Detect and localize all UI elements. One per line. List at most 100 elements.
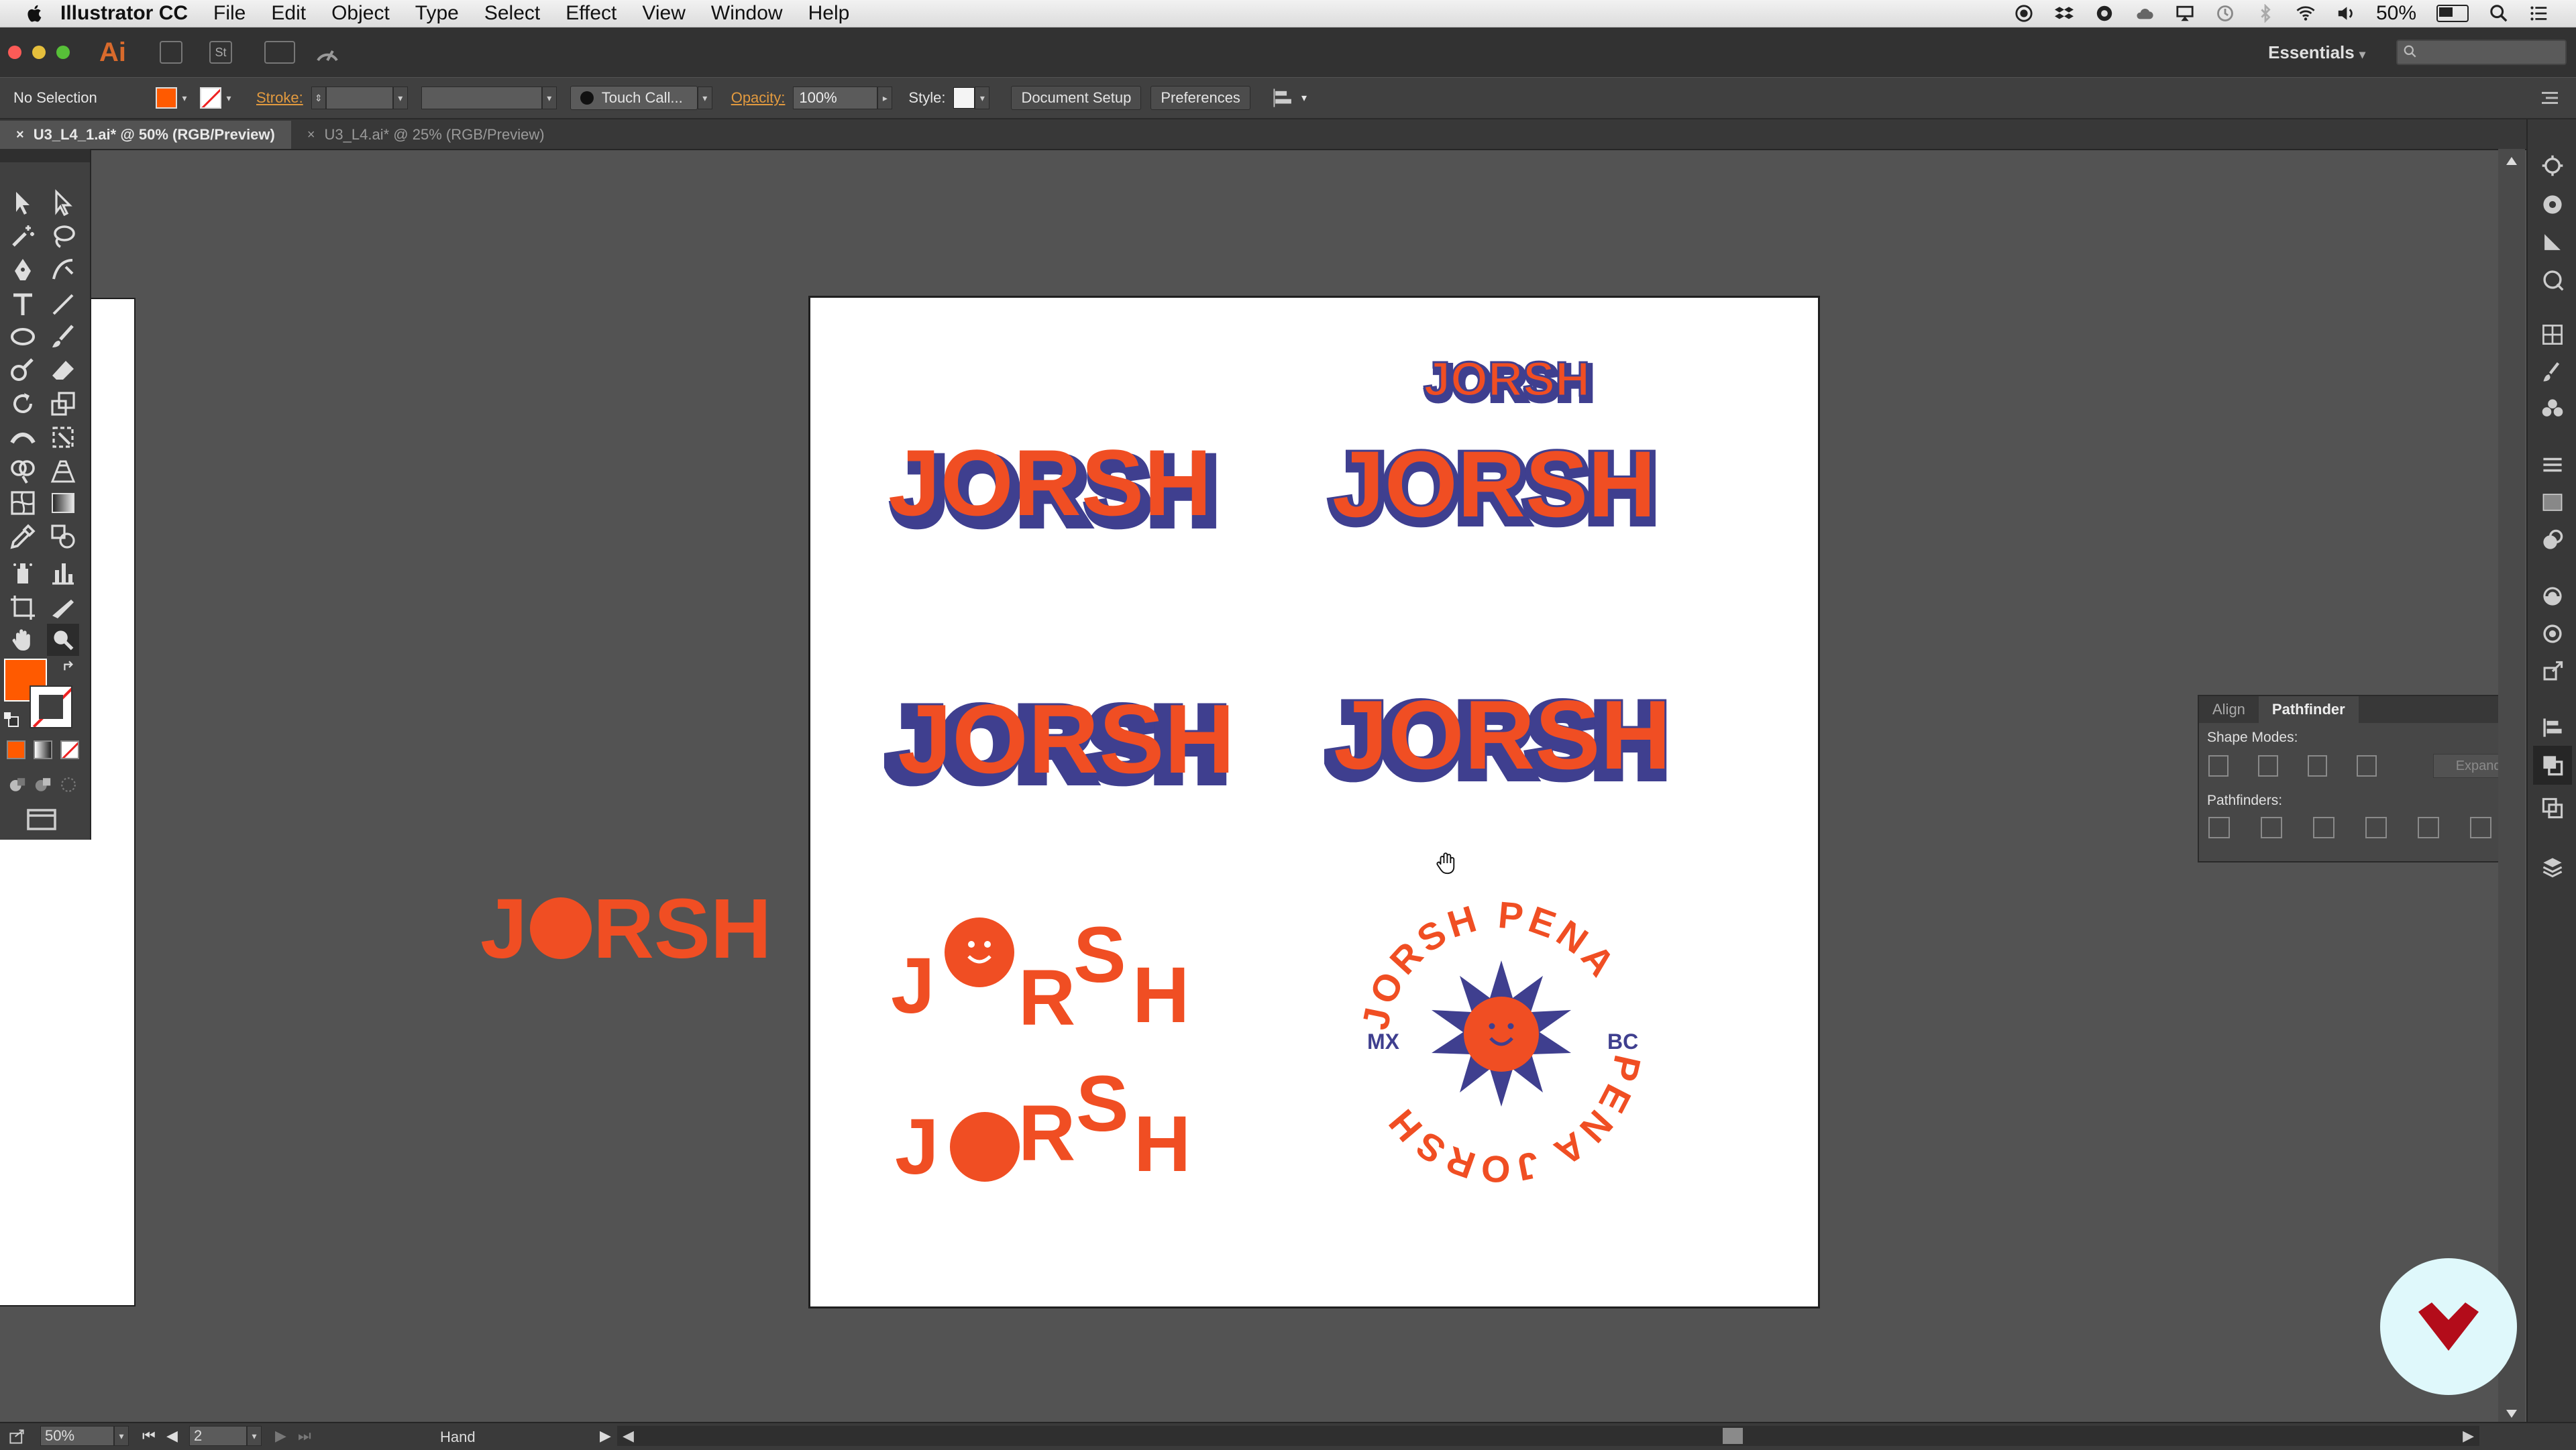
cloud-icon[interactable] [2135, 4, 2155, 23]
symbols-icon[interactable] [2541, 397, 2564, 420]
dropbox-icon[interactable] [2054, 4, 2074, 23]
rotate-tool-icon[interactable] [9, 390, 36, 417]
next-artboard-icon[interactable]: ▶ [275, 1427, 286, 1445]
preferences-button[interactable]: Preferences [1150, 86, 1250, 110]
stroke-swatch[interactable] [200, 87, 221, 109]
vertical-scrollbar[interactable] [2498, 149, 2525, 1423]
share-icon[interactable] [8, 1429, 25, 1445]
stock-icon[interactable]: St [209, 41, 232, 64]
graphic-styles-icon[interactable] [2541, 622, 2564, 645]
panel-menu-icon[interactable] [2540, 88, 2560, 108]
curvature-tool-icon[interactable] [50, 256, 76, 283]
line-segment-tool-icon[interactable] [50, 291, 76, 318]
gradient-swatch-icon[interactable] [2541, 491, 2564, 514]
variable-width-profile[interactable] [421, 87, 542, 109]
scroll-right-arrow[interactable]: ▶ [2463, 1427, 2474, 1445]
properties-icon[interactable] [2541, 154, 2564, 177]
draw-behind-icon[interactable] [34, 775, 52, 794]
menu-object[interactable]: Object [331, 2, 390, 25]
align-options-icon[interactable] [1272, 87, 1295, 109]
swap-fill-stroke-icon[interactable] [62, 660, 76, 675]
shaper-tool-icon[interactable] [9, 357, 36, 384]
stroke-dropdown[interactable]: ▾ [221, 87, 236, 109]
gradient-panel-icon[interactable] [2541, 231, 2564, 254]
window-close-button[interactable] [8, 46, 21, 59]
window-zoom-button[interactable] [56, 46, 70, 59]
stroke-weight-stepper[interactable]: ⇕ [311, 87, 326, 109]
slice-tool-icon[interactable] [50, 594, 76, 621]
zoom-level-input[interactable]: 50% [40, 1426, 114, 1446]
minus-back-button[interactable] [2470, 817, 2491, 838]
align-panel-icon[interactable] [2541, 716, 2564, 739]
tab-u3-l4[interactable]: × U3_L4.ai* @ 25% (RGB/Preview) [291, 121, 561, 149]
notification-center-icon[interactable] [2529, 4, 2549, 23]
jorsh-3d-logo-4[interactable]: JORSH JORSH [1324, 683, 1680, 790]
default-fill-stroke-icon[interactable] [4, 712, 19, 727]
first-artboard-icon[interactable]: ⏮ [142, 1427, 156, 1445]
scroll-left-arrow[interactable]: ◀ [623, 1427, 634, 1445]
layers-icon[interactable] [2541, 856, 2564, 879]
mesh-tool-icon[interactable] [9, 490, 36, 516]
record-icon[interactable] [2014, 4, 2034, 23]
window-minimize-button[interactable] [32, 46, 46, 59]
transform-icon[interactable] [2541, 797, 2564, 820]
horizontal-scroll-thumb[interactable] [1723, 1428, 1743, 1444]
jorsh-playful-logo-2[interactable]: J R S H [895, 1069, 1230, 1203]
menu-effect[interactable]: Effect [566, 2, 616, 25]
menu-window[interactable]: Window [711, 2, 783, 25]
screen-mode-icon[interactable] [25, 807, 58, 834]
last-artboard-icon[interactable]: ⏭ [298, 1427, 311, 1445]
asset-export-icon[interactable] [2541, 660, 2564, 683]
zoom-tool-active[interactable] [47, 624, 79, 656]
tab-close-icon[interactable]: × [16, 127, 24, 143]
spotlight-icon[interactable] [2489, 4, 2509, 23]
tab-align[interactable]: Align [2199, 696, 2259, 723]
color-guide-icon[interactable] [2541, 193, 2564, 216]
zoom-level-dropdown[interactable]: ▾ [114, 1426, 129, 1446]
artboard-number-dropdown[interactable]: ▾ [247, 1426, 262, 1446]
type-tool-icon[interactable] [9, 291, 36, 318]
tools-panel-header[interactable] [0, 149, 90, 162]
exclude-button[interactable] [2357, 755, 2377, 777]
merge-button[interactable] [2313, 817, 2334, 838]
opacity-label[interactable]: Opacity: [731, 89, 786, 107]
gradient-tool-icon[interactable] [50, 490, 76, 516]
trim-button[interactable] [2261, 817, 2282, 838]
horizontal-scrollbar[interactable]: ◀ ▶ [617, 1426, 2479, 1446]
menu-select[interactable]: Select [484, 2, 540, 25]
column-graph-tool-icon[interactable] [50, 559, 76, 586]
volume-icon[interactable] [2336, 4, 2356, 23]
stroke-weight-dropdown[interactable]: ▾ [392, 87, 408, 109]
brushes-icon[interactable] [2541, 361, 2564, 384]
symbol-sprayer-tool-icon[interactable] [9, 559, 36, 586]
color-mode-button[interactable] [7, 740, 25, 759]
creative-cloud-icon[interactable] [2094, 4, 2114, 23]
direct-selection-tool-icon[interactable] [50, 189, 76, 216]
pathfinder-dock-item-active[interactable] [2533, 746, 2572, 785]
width-tool-icon[interactable] [9, 424, 36, 451]
tab-u3-l4-1[interactable]: × U3_L4_1.ai* @ 50% (RGB/Preview) [0, 121, 291, 149]
blend-tool-icon[interactable] [50, 523, 76, 550]
document-setup-button[interactable]: Document Setup [1011, 86, 1142, 110]
brush-definition[interactable]: Touch Call... [570, 86, 698, 110]
libraries-icon[interactable] [2541, 585, 2564, 608]
hand-tool-icon[interactable] [9, 626, 36, 653]
workspace-switcher[interactable]: Essentials ▾ [2268, 42, 2365, 63]
eraser-tool-icon[interactable] [50, 357, 76, 384]
jorsh-3d-logo-2[interactable]: JORSH JORSH [1326, 436, 1674, 537]
graphic-style-swatch[interactable] [953, 87, 975, 109]
scale-tool-icon[interactable] [50, 390, 76, 417]
pen-tool-icon[interactable] [9, 256, 36, 283]
opacity-dropdown[interactable]: ▸ [877, 87, 893, 109]
jorsh-3d-logo-3[interactable]: JORSH JORSH [884, 687, 1240, 794]
artboard-tool-icon[interactable] [9, 594, 36, 621]
wifi-icon[interactable] [2296, 4, 2316, 23]
draw-normal-icon[interactable] [8, 775, 27, 794]
variable-width-dropdown[interactable]: ▾ [541, 87, 557, 109]
menu-edit[interactable]: Edit [271, 2, 306, 25]
artboard-number-input[interactable]: 2 [189, 1426, 247, 1446]
intersect-button[interactable] [2307, 755, 2328, 777]
bridge-icon[interactable] [160, 41, 182, 64]
paintbrush-tool-icon[interactable] [50, 323, 76, 350]
stroke-panel-icon[interactable] [2541, 453, 2564, 476]
